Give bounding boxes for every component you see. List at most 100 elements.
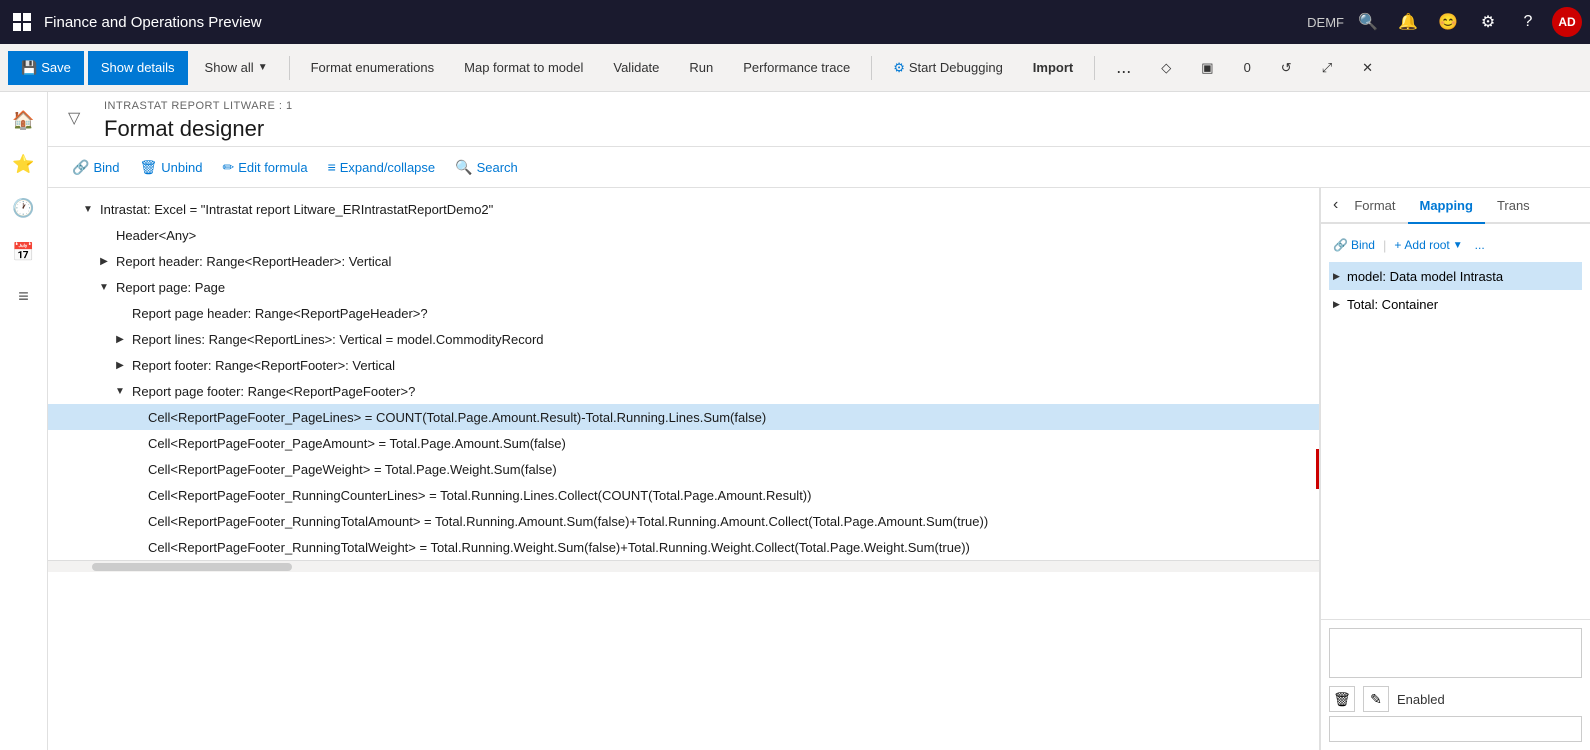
show-all-button[interactable]: Show all ▼ [192,51,281,85]
bell-icon[interactable]: 🔔 [1392,6,1424,38]
rp-delete-button[interactable]: 🗑 [1329,686,1355,712]
run-button[interactable]: Run [676,51,726,85]
nav-calendar-icon[interactable]: 📅 [4,232,44,272]
bind-button[interactable]: 🔗 Bind [64,153,127,181]
help-icon[interactable]: ? [1512,6,1544,38]
validate-button[interactable]: Validate [600,51,672,85]
map-format-to-model-button[interactable]: Map format to model [451,51,596,85]
badge-icon-btn[interactable]: 0 [1231,51,1264,85]
tree-node-text: Intrastat: Excel = "Intrastat report Lit… [100,202,1319,217]
tree-node[interactable]: Cell<ReportPageFooter_RunningTotalWeight… [48,534,1319,560]
separator2 [871,56,872,80]
rp-add-root-button[interactable]: + Add root ▼ [1390,236,1466,254]
format-enumerations-button[interactable]: Format enumerations [298,51,448,85]
tree-expand-icon[interactable] [112,331,128,347]
bind-icon: 🔗 [72,159,89,176]
title-bar: Finance and Operations Preview DEMF 🔍 🔔 … [0,0,1590,44]
split-icon-btn[interactable]: ▣ [1188,51,1226,85]
expand-collapse-button[interactable]: ≡ Expand/collapse [320,153,444,181]
tree-expand-icon[interactable] [112,305,128,321]
tree-node[interactable]: Cell<ReportPageFooter_RunningTotalAmount… [48,508,1319,534]
tree-node[interactable]: Header<Any> [48,222,1319,248]
tree-expand-icon[interactable] [96,227,112,243]
show-details-button[interactable]: Show details [88,51,188,85]
tree-expand-icon[interactable] [128,435,144,451]
start-debugging-button[interactable]: ⚙ Start Debugging [880,51,1016,85]
import-button[interactable]: Import [1020,51,1086,85]
tab-bar: ‹ Format Mapping Trans [1321,188,1590,224]
smiley-icon[interactable]: 😊 [1432,6,1464,38]
tab-mapping[interactable]: Mapping [1408,188,1485,224]
tree-node[interactable]: Cell<ReportPageFooter_PageAmount> = Tota… [48,430,1319,456]
rp-formula-box[interactable] [1329,628,1582,678]
unbind-button[interactable]: 🗑 Unbind [131,153,210,181]
rp-more-button[interactable]: ... [1471,236,1489,254]
tree-expand-icon[interactable] [128,409,144,425]
tree-node[interactable]: Report page footer: Range<ReportPageFoot… [48,378,1319,404]
nav-home-icon[interactable]: 🏠 [4,100,44,140]
tree-expand-icon[interactable] [112,357,128,373]
tree-node-text: Report footer: Range<ReportFooter>: Vert… [132,358,1319,373]
tree-node-text: Report header: Range<ReportHeader>: Vert… [116,254,1319,269]
tab-back-arrow[interactable]: ‹ [1329,196,1342,214]
rp-expand-icon[interactable] [1333,271,1347,282]
tree-node-text: Header<Any> [116,228,1319,243]
tree-node-text: Report page header: Range<ReportPageHead… [132,306,1319,321]
tree-expand-icon[interactable] [128,487,144,503]
tree-node[interactable]: Report page header: Range<ReportPageHead… [48,300,1319,326]
bottom-scrollbar[interactable] [48,560,1319,572]
rp-enabled-input[interactable] [1329,716,1582,742]
tab-format[interactable]: Format [1342,188,1407,224]
settings-icon[interactable]: ⚙ [1472,6,1504,38]
rp-expand-icon[interactable] [1333,299,1347,310]
separator3 [1094,56,1095,80]
rp-edit-button[interactable]: ✎ [1363,686,1389,712]
tab-trans[interactable]: Trans [1485,188,1542,224]
save-button[interactable]: 💾 Save [8,51,84,85]
rp-bind-button[interactable]: 🔗 Bind [1329,236,1379,254]
tree-expand-icon[interactable] [80,201,96,217]
tree-expand-icon[interactable] [128,513,144,529]
edit-formula-button[interactable]: ✏ Edit formula [214,153,315,181]
tree-node[interactable]: Report header: Range<ReportHeader>: Vert… [48,248,1319,274]
tree-node-text: Cell<ReportPageFooter_RunningCounterLine… [148,488,1319,503]
nav-list-icon[interactable]: ≡ [4,276,44,316]
tree-expand-icon[interactable] [128,539,144,555]
expand-icon-btn[interactable]: ⤢ [1309,51,1345,85]
tree-expand-icon[interactable] [96,253,112,269]
tree-node[interactable]: Report footer: Range<ReportFooter>: Vert… [48,352,1319,378]
scrollbar-indicator [1316,449,1319,489]
expand-collapse-icon: ≡ [328,159,336,175]
search-icon[interactable]: 🔍 [1352,6,1384,38]
nav-star-icon[interactable]: ⭐ [4,144,44,184]
tree-node[interactable]: Intrastat: Excel = "Intrastat report Lit… [48,196,1319,222]
rp-enabled-row: 🗑 ✎ Enabled [1329,686,1582,712]
edit-formula-icon: ✏ [222,159,234,176]
tree-node-text: Cell<ReportPageFooter_PageWeight> = Tota… [148,462,1319,477]
scrollbar-thumb[interactable] [92,563,292,571]
close-icon-btn[interactable]: ✕ [1349,51,1386,85]
app-grid-icon[interactable] [8,8,36,36]
tree-expand-icon[interactable] [96,279,112,295]
rp-tree-item[interactable]: model: Data model Intrasta [1329,262,1582,290]
search-button[interactable]: 🔍 Search [447,153,526,181]
rp-item-text: Total: Container [1347,297,1438,312]
tree-node[interactable]: Cell<ReportPageFooter_RunningCounterLine… [48,482,1319,508]
tree-expand-icon[interactable] [112,383,128,399]
tree-node[interactable]: Report page: Page [48,274,1319,300]
diamond-icon-btn[interactable]: ◇ [1148,51,1184,85]
tree-node[interactable]: Report lines: Range<ReportLines>: Vertic… [48,326,1319,352]
page-header: ▽ INTRASTAT REPORT LITWARE : 1 Format de… [48,92,1590,147]
nav-history-icon[interactable]: 🕐 [4,188,44,228]
rp-tree-item[interactable]: Total: Container [1329,290,1582,318]
breadcrumb: INTRASTAT REPORT LITWARE : 1 [104,100,293,112]
filter-icon[interactable]: ▽ [64,100,104,136]
tree-node[interactable]: Cell<ReportPageFooter_PageLines> = COUNT… [48,404,1319,430]
tree-node[interactable]: Cell<ReportPageFooter_PageWeight> = Tota… [48,456,1319,482]
tree-expand-icon[interactable] [128,461,144,477]
performance-trace-button[interactable]: Performance trace [730,51,863,85]
more-button[interactable]: ... [1103,51,1144,85]
refresh-icon-btn[interactable]: ↺ [1268,51,1305,85]
avatar[interactable]: AD [1552,7,1582,37]
tree-node-text: Cell<ReportPageFooter_RunningTotalWeight… [148,540,1319,555]
